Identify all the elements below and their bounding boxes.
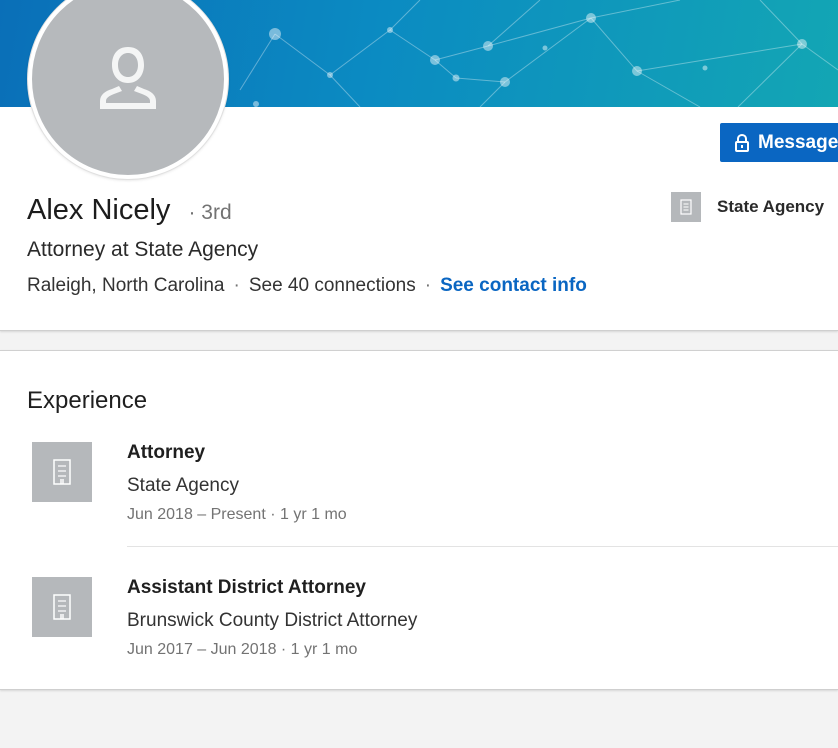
- profile-meta-row: Raleigh, North Carolina · See 40 connect…: [27, 275, 587, 297]
- company-logo[interactable]: [32, 442, 92, 502]
- building-icon: [53, 594, 71, 620]
- profile-headline: Attorney at State Agency: [27, 238, 259, 261]
- company-logo[interactable]: [32, 577, 92, 637]
- current-company-link[interactable]: State Agency: [671, 192, 824, 222]
- profile-location: Raleigh, North Carolina: [27, 275, 225, 296]
- connection-degree: · 3rd: [188, 201, 232, 224]
- profile-page: Message Alex Nicely · 3rd Attorney at St…: [0, 0, 838, 748]
- profile-avatar[interactable]: [28, 0, 228, 179]
- experience-role[interactable]: Assistant District Attorney: [127, 577, 366, 599]
- message-button-label: Message: [758, 131, 838, 153]
- separator-dot: ·: [233, 275, 240, 296]
- experience-heading: Experience: [27, 387, 148, 414]
- experience-dates: Jun 2018 – Present · 1 yr 1 mo: [127, 506, 347, 523]
- profile-top-card: Message Alex Nicely · 3rd Attorney at St…: [0, 0, 838, 331]
- building-icon: [680, 199, 692, 215]
- experience-section: Experience Attorney State Agency Jun 201…: [0, 350, 838, 690]
- company-logo: [671, 192, 701, 222]
- building-icon: [53, 459, 71, 485]
- experience-dates: Jun 2017 – Jun 2018 · 1 yr 1 mo: [127, 641, 358, 658]
- separator-dot: ·: [424, 275, 432, 296]
- experience-company: State Agency: [127, 475, 239, 496]
- lock-icon: [735, 133, 749, 152]
- experience-role[interactable]: Attorney: [127, 442, 205, 464]
- contact-info-link[interactable]: See contact info: [440, 275, 587, 297]
- person-placeholder-icon: [100, 47, 156, 109]
- message-button[interactable]: Message: [720, 123, 838, 162]
- current-company-name: State Agency: [717, 197, 825, 216]
- profile-name-row: Alex Nicely · 3rd: [27, 194, 232, 227]
- experience-company: Brunswick County District Attorney: [127, 610, 418, 631]
- connections-link[interactable]: See 40 connections: [249, 275, 416, 297]
- profile-name: Alex Nicely: [27, 194, 171, 226]
- experience-divider: [127, 546, 838, 547]
